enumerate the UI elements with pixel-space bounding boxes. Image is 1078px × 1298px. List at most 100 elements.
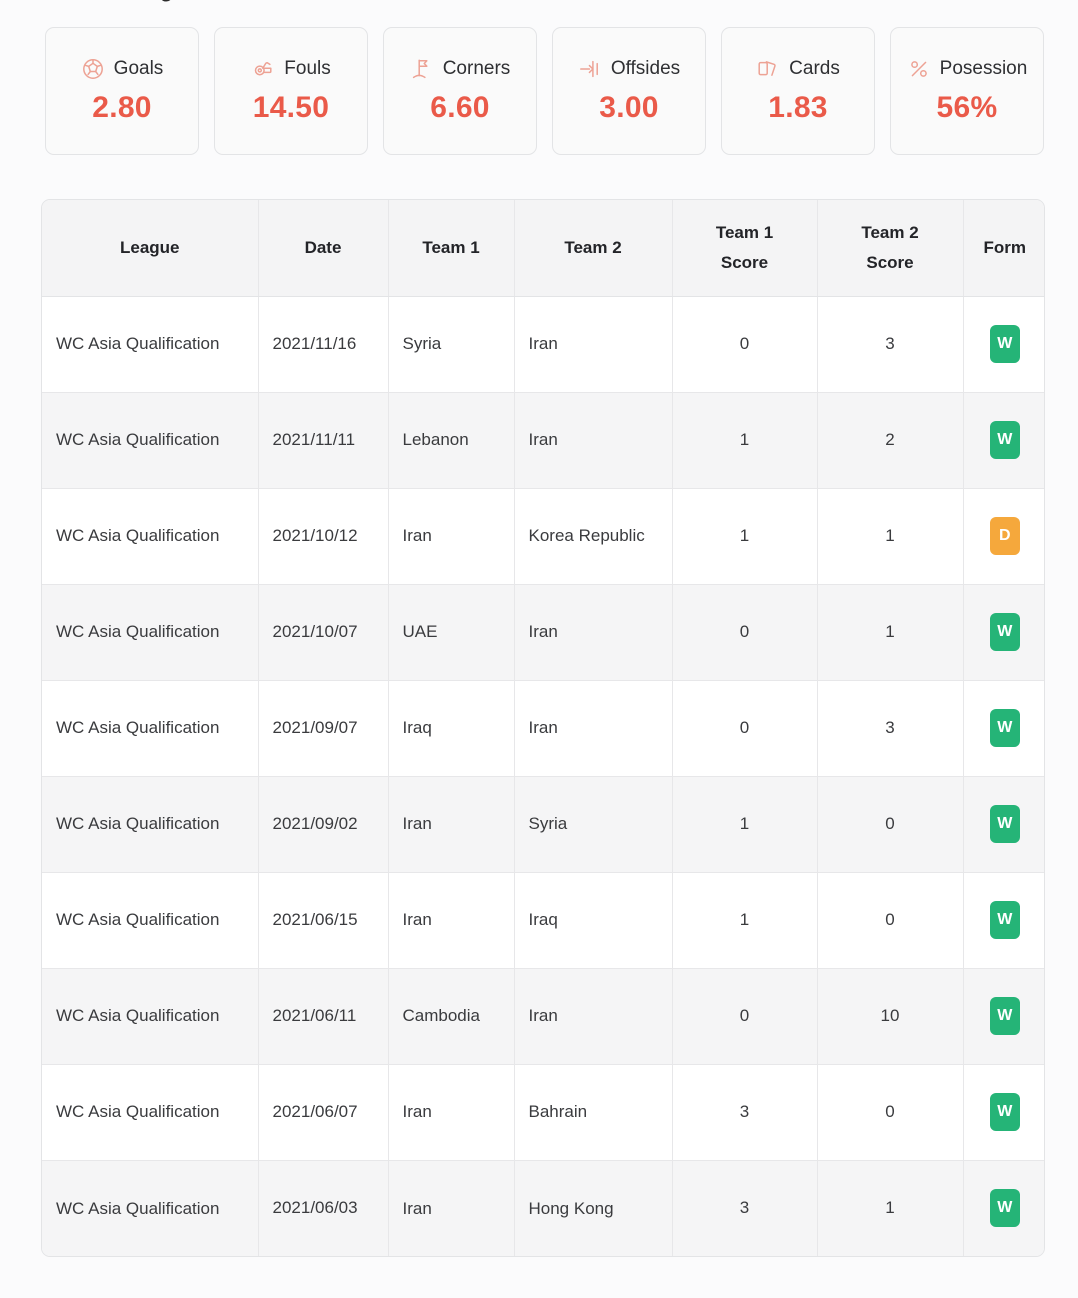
cell-team2-score: 1 (817, 1160, 964, 1256)
column-header-team1-score[interactable]: Team 1 Score (672, 200, 818, 297)
cell-league: WC Asia Qualification (42, 488, 259, 585)
cell-team1-score: 1 (672, 776, 818, 873)
column-header-team2[interactable]: Team 2 (514, 200, 673, 297)
stat-card-label: Cards (789, 58, 840, 79)
cell-team1-score: 3 (672, 1160, 818, 1256)
cell-team2: Iran (514, 968, 673, 1065)
stat-card-label: Corners (442, 58, 511, 79)
stat-card-value: 1.83 (768, 91, 828, 124)
cell-team1: Cambodia (388, 968, 515, 1065)
cell-team2-score: 0 (817, 1064, 964, 1161)
cell-form: W (963, 392, 1044, 489)
form-badge: W (989, 805, 1020, 843)
table-body: WC Asia Qualification 2021/11/16 Syria Iran… (42, 296, 1044, 1256)
cell-team1-score: 3 (672, 1064, 818, 1161)
cell-date: 2021/10/07 (258, 584, 389, 681)
cell-form: W (963, 584, 1044, 681)
cell-team2: Iran (514, 296, 673, 393)
cell-date: 2021/06/07 (258, 1064, 389, 1161)
cell-team1: Iran (388, 872, 515, 969)
table-row[interactable]: WC Asia Qualification 2021/10/12 Iran Korea… (42, 488, 1044, 585)
cell-form: W (963, 872, 1044, 969)
cell-league: WC Asia Qualification (42, 968, 259, 1065)
table-row[interactable]: WC Asia Qualification 2021/10/07 UAE Iran 0 1… (42, 584, 1044, 681)
cell-team1: Syria (388, 296, 515, 393)
cell-team2-score: 1 (817, 584, 964, 681)
cell-league: WC Asia Qualification (42, 584, 259, 681)
cell-team2: Iraq (514, 872, 673, 969)
stat-card-header: Offsides (578, 57, 680, 81)
cell-league: WC Asia Qualification (42, 1064, 259, 1161)
table-row[interactable]: WC Asia Qualification 2021/09/02 Iran Syria… (42, 776, 1044, 873)
cell-date: 2021/09/07 (258, 680, 389, 777)
cell-league: WC Asia Qualification (42, 680, 259, 777)
cell-team2: Iran (514, 392, 673, 489)
cell-date: 2021/11/16 (258, 296, 389, 393)
stat-card-cards[interactable]: Cards 1.83 (721, 27, 875, 155)
form-badge: W (989, 1093, 1020, 1131)
cell-form: W (963, 296, 1044, 393)
cell-team2-score: 10 (817, 968, 964, 1065)
cell-team2-score: 2 (817, 392, 964, 489)
cell-league: WC Asia Qualification (42, 392, 259, 489)
cell-team1: Iraq (388, 680, 515, 777)
stat-card-corners[interactable]: Corners 6.60 (383, 27, 537, 155)
table-row[interactable]: WC Asia Qualification 2021/11/16 Syria Iran… (42, 296, 1044, 393)
column-header-team2-score-line1: Team 2 (861, 223, 919, 242)
column-header-team1-score-line1: Team 1 (715, 223, 774, 242)
column-header-team1-score-line2: Score (720, 252, 769, 272)
cell-team2: Hong Kong (514, 1160, 673, 1256)
cell-date: 2021/06/03 (258, 1160, 389, 1256)
stat-card-fouls[interactable]: Fouls 14.50 (214, 27, 368, 155)
stat-card-posession[interactable]: Posession 56% (890, 27, 1044, 155)
table-row[interactable]: WC Asia Qualification 2021/06/03 Iran Hong … (42, 1160, 1044, 1256)
corner-flag-icon (410, 57, 434, 81)
column-header-team2-score-line2: Score (866, 252, 914, 272)
table-header: League Date Team 1 Team 2 Team 1 Score T… (42, 200, 1044, 297)
table-row[interactable]: WC Asia Qualification 2021/09/07 Iraq Iran 0… (42, 680, 1044, 777)
stat-card-value: 6.60 (430, 91, 490, 124)
percent-icon (907, 57, 931, 81)
stat-card-value: 3.00 (599, 91, 659, 124)
table-header-row: League Date Team 1 Team 2 Team 1 Score T… (42, 200, 1044, 297)
table-row[interactable]: WC Asia Qualification 2021/11/11 Lebanon Ir… (42, 392, 1044, 489)
column-header-form[interactable]: Form (963, 200, 1044, 297)
page-title-clipped: Team Average Stats (44, 0, 242, 4)
whistle-icon (251, 57, 275, 81)
cell-date: 2021/11/11 (258, 392, 389, 489)
cell-form: W (963, 1064, 1044, 1161)
cell-form: W (963, 968, 1044, 1065)
column-header-date[interactable]: Date (258, 200, 389, 297)
cell-team1-score: 1 (672, 392, 818, 489)
column-header-team2-score[interactable]: Team 2 Score (817, 200, 964, 297)
column-header-league[interactable]: League (42, 200, 259, 297)
stat-card-goals[interactable]: Goals 2.80 (45, 27, 199, 155)
column-header-team1[interactable]: Team 1 (388, 200, 515, 297)
table-row[interactable]: WC Asia Qualification 2021/06/15 Iran Iraq 1… (42, 872, 1044, 969)
stat-card-label: Offsides (610, 58, 681, 79)
cell-team2-score: 0 (817, 872, 964, 969)
cell-team1-score: 0 (672, 680, 818, 777)
stat-cards-row: Goals 2.80 Fouls 14.50 Corners 6.60 Offsides 3.… (45, 27, 1044, 155)
cell-team1-score: 1 (672, 488, 818, 585)
matches-table: League Date Team 1 Team 2 Team 1 Score T… (42, 200, 1044, 1256)
cell-team1-score: 1 (672, 872, 818, 969)
form-badge: W (989, 901, 1020, 939)
cell-team2-score: 1 (817, 488, 964, 585)
stat-card-offsides[interactable]: Offsides 3.00 (552, 27, 706, 155)
cell-team2: Korea Republic (514, 488, 673, 585)
table-row[interactable]: WC Asia Qualification 2021/06/07 Iran Bahra… (42, 1064, 1044, 1161)
cards-icon (756, 57, 780, 81)
cell-form: W (963, 1160, 1044, 1256)
table-row[interactable]: WC Asia Qualification 2021/06/11 Cambodia I… (42, 968, 1044, 1065)
matches-table-container: League Date Team 1 Team 2 Team 1 Score T… (41, 199, 1045, 1257)
cell-team2-score: 3 (817, 680, 964, 777)
cell-league: WC Asia Qualification (42, 1160, 259, 1256)
soccer-ball-icon (81, 57, 105, 81)
cell-team1: UAE (388, 584, 515, 681)
cell-team1-score: 0 (672, 968, 818, 1065)
stat-card-label: Fouls (284, 58, 331, 79)
cell-date: 2021/06/15 (258, 872, 389, 969)
form-badge: W (989, 1189, 1020, 1228)
cell-team1: Iran (388, 776, 515, 873)
